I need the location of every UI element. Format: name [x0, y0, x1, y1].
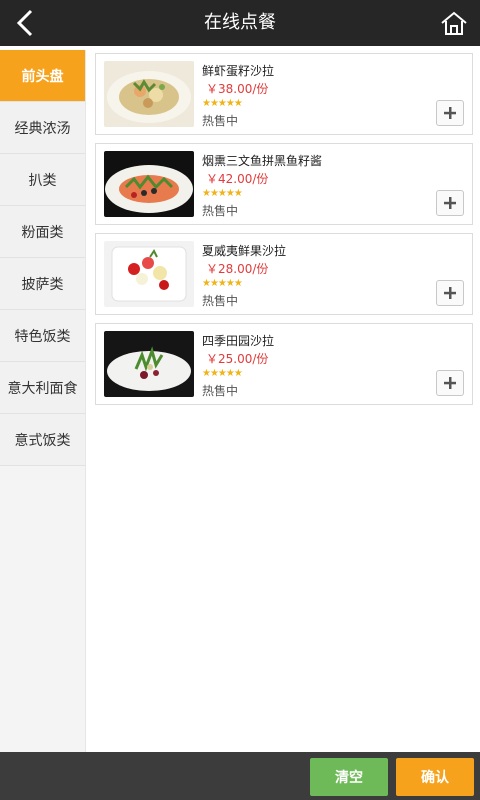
plus-icon [444, 107, 456, 119]
plus-icon [444, 197, 456, 209]
home-button[interactable] [436, 6, 472, 40]
page-title: 在线点餐 [204, 12, 276, 33]
plus-icon [444, 287, 456, 299]
dish-card[interactable]: 夏威夷鲜果沙拉 ￥28.00/份 ★★★★★ 热售中 [95, 233, 473, 315]
home-icon [441, 11, 467, 35]
dish-status: 热售中 [202, 204, 239, 218]
dish-image [104, 331, 194, 397]
star-rating: ★★★★★ [202, 368, 243, 379]
dish-name: 鲜虾蛋籽沙拉 [202, 64, 275, 78]
category-special-rice[interactable]: 特色饭类 [0, 310, 85, 362]
dish-list: 鲜虾蛋籽沙拉 ￥38.00/份 ★★★★★ 热售中 烟熏三文鱼拼黑鱼籽酱 ￥42… [95, 53, 473, 413]
dish-price: ￥42.00/份 [206, 172, 269, 186]
dish-name: 烟熏三文鱼拼黑鱼籽酱 [202, 154, 323, 168]
dish-price: ￥25.00/份 [206, 352, 269, 366]
star-rating: ★★★★★ [202, 98, 243, 109]
dish-status: 热售中 [202, 384, 239, 398]
dish-card[interactable]: 四季田园沙拉 ￥25.00/份 ★★★★★ 热售中 [95, 323, 473, 405]
category-starters[interactable]: 前头盘 [0, 50, 85, 102]
category-noodles[interactable]: 粉面类 [0, 206, 85, 258]
dish-image [104, 241, 194, 307]
dish-price: ￥28.00/份 [206, 262, 269, 276]
category-italian-rice[interactable]: 意式饭类 [0, 414, 85, 466]
category-sidebar: 前头盘 经典浓汤 扒类 粉面类 披萨类 特色饭类 意大利面食 意式饭类 [0, 50, 86, 752]
add-to-cart-button[interactable] [436, 100, 464, 126]
dish-card[interactable]: 烟熏三文鱼拼黑鱼籽酱 ￥42.00/份 ★★★★★ 热售中 [95, 143, 473, 225]
dish-name: 四季田园沙拉 [202, 334, 275, 348]
dish-status: 热售中 [202, 114, 239, 128]
clear-button[interactable]: 清空 [310, 758, 388, 796]
add-to-cart-button[interactable] [436, 190, 464, 216]
star-rating: ★★★★★ [202, 188, 243, 199]
dish-name: 夏威夷鲜果沙拉 [202, 244, 287, 258]
add-to-cart-button[interactable] [436, 370, 464, 396]
category-soups[interactable]: 经典浓汤 [0, 102, 85, 154]
plus-icon [444, 377, 456, 389]
top-bar: 在线点餐 [0, 0, 480, 46]
category-grills[interactable]: 扒类 [0, 154, 85, 206]
add-to-cart-button[interactable] [436, 280, 464, 306]
dish-price: ￥38.00/份 [206, 82, 269, 96]
dish-status: 热售中 [202, 294, 239, 308]
confirm-button[interactable]: 确认 [396, 758, 474, 796]
category-pasta[interactable]: 意大利面食 [0, 362, 85, 414]
bottom-bar: 清空 确认 [0, 752, 480, 800]
dish-image [104, 61, 194, 127]
dish-image [104, 151, 194, 217]
dish-card[interactable]: 鲜虾蛋籽沙拉 ￥38.00/份 ★★★★★ 热售中 [95, 53, 473, 135]
star-rating: ★★★★★ [202, 278, 243, 289]
category-pizza[interactable]: 披萨类 [0, 258, 85, 310]
